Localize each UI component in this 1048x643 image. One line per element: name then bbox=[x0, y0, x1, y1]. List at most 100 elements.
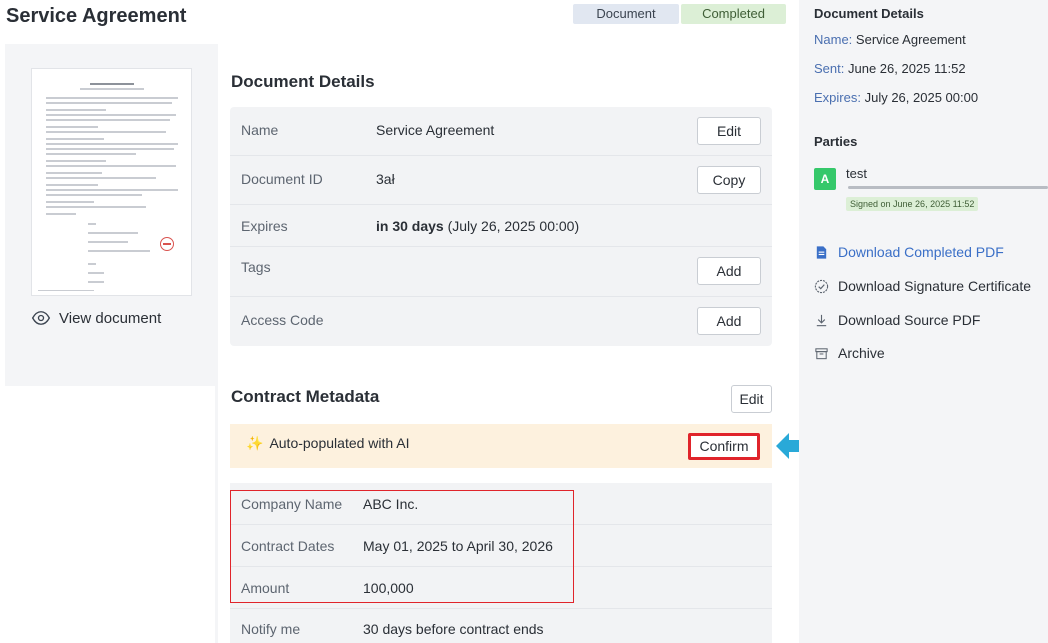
thumb-line bbox=[88, 241, 128, 243]
thumb-line bbox=[46, 148, 174, 150]
certificate-icon bbox=[814, 279, 829, 293]
row-label: Company Name bbox=[241, 496, 343, 512]
sidebar-parties-heading: Parties bbox=[814, 134, 858, 149]
expires-absolute: (July 26, 2025 00:00) bbox=[443, 218, 580, 234]
thumb-line bbox=[46, 165, 176, 167]
thumb-line bbox=[46, 160, 106, 162]
page-title: Service Agreement bbox=[6, 5, 187, 27]
thumb-line bbox=[46, 153, 136, 155]
details-row-access-code: Access Code Add bbox=[230, 297, 772, 346]
add-tags-button[interactable]: Add bbox=[697, 257, 761, 285]
sidebar-sent: Sent: June 26, 2025 11:52 bbox=[814, 61, 966, 76]
contract-metadata-title: Contract Metadata bbox=[231, 387, 380, 406]
sidebar-expires: Expires: July 26, 2025 00:00 bbox=[814, 90, 978, 105]
document-details-title: Document Details bbox=[231, 72, 375, 91]
thumb-line bbox=[46, 131, 166, 133]
avatar: A bbox=[814, 168, 836, 190]
download-signature-certificate-link[interactable]: Download Signature Certificate bbox=[814, 276, 1031, 296]
copy-document-id-button[interactable]: Copy bbox=[697, 166, 761, 194]
sidebar-sent-value: June 26, 2025 11:52 bbox=[847, 61, 966, 76]
sidebar-details-heading: Document Details bbox=[814, 6, 924, 21]
metadata-card: Company Name ABC Inc. Contract Dates May… bbox=[230, 483, 772, 643]
thumb-line bbox=[46, 114, 176, 116]
thumb-line bbox=[88, 281, 104, 283]
action-label: Download Source PDF bbox=[838, 312, 981, 328]
view-document-link[interactable]: View document bbox=[31, 308, 161, 328]
edit-name-button[interactable]: Edit bbox=[697, 117, 761, 145]
confirm-button[interactable]: Confirm bbox=[688, 433, 760, 460]
thumb-line bbox=[90, 83, 134, 85]
thumb-line bbox=[46, 138, 104, 140]
thumb-line bbox=[46, 172, 102, 174]
details-row-name: Name Service Agreement Edit bbox=[230, 107, 772, 156]
metadata-row-amount: Amount 100,000 bbox=[230, 567, 772, 609]
document-thumbnail[interactable] bbox=[31, 68, 192, 296]
row-label: Tags bbox=[241, 259, 271, 275]
row-label: Document ID bbox=[241, 171, 323, 187]
row-label: Expires bbox=[241, 218, 288, 234]
sidebar-name-key: Name: bbox=[814, 32, 853, 47]
thumb-line bbox=[80, 88, 144, 90]
ai-banner-text: ✨ Auto-populated with AI bbox=[246, 424, 410, 462]
archive-link[interactable]: Archive bbox=[814, 343, 885, 363]
sidebar-sent-key: Sent: bbox=[814, 61, 845, 76]
row-value: 30 days before contract ends bbox=[363, 621, 544, 637]
thumb-line bbox=[46, 177, 156, 179]
party-name: test bbox=[846, 166, 867, 181]
action-label: Download Completed PDF bbox=[838, 244, 1004, 260]
eye-icon bbox=[31, 311, 51, 325]
thumb-line bbox=[46, 213, 76, 215]
row-value: 3ał bbox=[376, 171, 395, 187]
status-badge: Completed bbox=[681, 4, 786, 24]
thumb-line bbox=[38, 290, 94, 291]
thumb-line bbox=[46, 97, 178, 99]
action-label: Archive bbox=[838, 345, 885, 361]
details-row-expires: Expires in 30 days (July 26, 2025 00:00) bbox=[230, 205, 772, 247]
sidebar-name: Name: Service Agreement bbox=[814, 32, 966, 47]
sidebar-expires-value: July 26, 2025 00:00 bbox=[864, 90, 979, 105]
archive-icon bbox=[815, 347, 828, 359]
download-icon bbox=[816, 314, 827, 326]
thumb-line bbox=[46, 206, 146, 208]
row-label: Name bbox=[241, 122, 279, 138]
details-row-document-id: Document ID 3ał Copy bbox=[230, 156, 772, 205]
left-strip bbox=[5, 386, 215, 643]
thumb-line bbox=[88, 263, 96, 265]
download-completed-pdf-link[interactable]: Download Completed PDF bbox=[814, 242, 1004, 262]
metadata-row-company: Company Name ABC Inc. bbox=[230, 483, 772, 525]
thumb-line bbox=[46, 119, 170, 121]
metadata-row-notify: Notify me 30 days before contract ends bbox=[230, 609, 772, 643]
thumb-line bbox=[46, 109, 106, 111]
thumb-line bbox=[46, 102, 172, 104]
signed-badge: Signed on June 26, 2025 11:52 bbox=[846, 197, 979, 211]
sidebar-name-value: Service Agreement bbox=[855, 32, 966, 47]
row-value: 100,000 bbox=[363, 580, 414, 596]
row-label: Notify me bbox=[241, 621, 301, 637]
row-label: Amount bbox=[241, 580, 290, 596]
row-value: in 30 days (July 26, 2025 00:00) bbox=[376, 205, 579, 247]
document-type-badge: Document bbox=[573, 4, 679, 24]
thumb-line bbox=[88, 232, 138, 234]
document-details-card: Name Service Agreement Edit Document ID … bbox=[230, 107, 772, 346]
thumb-line bbox=[88, 250, 150, 252]
thumb-line bbox=[46, 184, 98, 186]
sparkle-icon: ✨ bbox=[246, 435, 264, 451]
seal-icon bbox=[160, 237, 174, 251]
metadata-row-contract-dates: Contract Dates May 01, 2025 to April 30,… bbox=[230, 525, 772, 567]
thumb-line bbox=[46, 194, 142, 196]
row-value: Service Agreement bbox=[376, 122, 495, 138]
thumb-line bbox=[46, 201, 94, 203]
ai-banner-label: Auto-populated with AI bbox=[269, 435, 410, 451]
thumb-line bbox=[88, 272, 104, 274]
expires-relative: in 30 days bbox=[376, 218, 444, 234]
action-label: Download Signature Certificate bbox=[838, 278, 1031, 294]
edit-metadata-button[interactable]: Edit bbox=[731, 385, 772, 413]
add-access-code-button[interactable]: Add bbox=[697, 307, 761, 335]
right-sidebar: Document Details Name: Service Agreement… bbox=[799, 0, 1048, 643]
thumb-line bbox=[46, 143, 178, 145]
download-source-pdf-link[interactable]: Download Source PDF bbox=[814, 310, 980, 330]
row-label: Contract Dates bbox=[241, 538, 335, 554]
thumb-line bbox=[46, 189, 178, 191]
file-icon bbox=[816, 245, 827, 259]
thumb-line bbox=[46, 126, 98, 128]
